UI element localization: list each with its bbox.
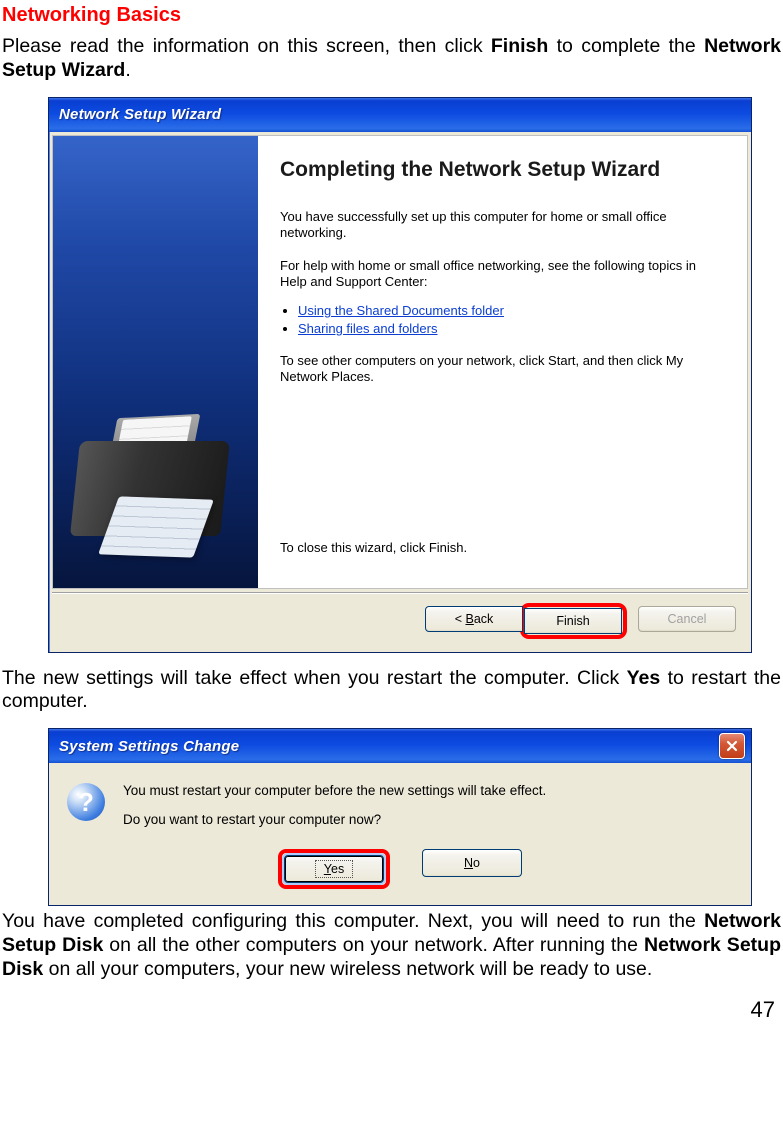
mid-bold-yes: Yes [627,667,661,689]
intro-bold-finish: Finish [491,35,548,57]
yes-button-highlight: Yes [278,849,390,889]
wizard-heading: Completing the Network Setup Wizard [280,158,719,182]
outro-text-1: You have completed configuring this comp… [2,910,704,932]
intro-text-1: Please read the information on this scre… [2,35,491,57]
wizard-body: Completing the Network Setup Wizard You … [52,135,748,589]
wizard-p1: You have successfully set up this comput… [280,209,719,242]
wizard-p3: To see other computers on your network, … [280,353,719,386]
yes-button-label: Yes [315,860,353,878]
network-setup-wizard-window: Network Setup Wizard Completing the Netw… [48,97,752,653]
dialog-titlebar: System Settings Change [49,729,751,763]
link-shared-docs[interactable]: Using the Shared Documents folder [298,303,504,318]
dialog-body: You must restart your computer before th… [49,763,751,843]
no-button[interactable]: No [422,849,522,877]
outro-paragraph: You have completed configuring this comp… [2,910,781,981]
page-number: 47 [2,985,781,1023]
dialog-line1: You must restart your computer before th… [123,783,546,798]
intro-text-2: to complete the [548,35,704,57]
mid-text-1: The new settings will take effect when y… [2,667,627,689]
intro-text-3: . [125,59,130,81]
finish-button-label: Finish [556,614,589,628]
dialog-line2: Do you want to restart your computer now… [123,812,546,827]
dialog-title-text: System Settings Change [59,738,239,755]
wizard-title-text: Network Setup Wizard [59,106,221,123]
back-button[interactable]: < Back [425,606,523,632]
outro-text-3: on all your computers, your new wireless… [43,958,652,980]
wizard-p2: For help with home or small office netwo… [280,258,719,291]
finish-button-highlight: Finish [523,606,624,636]
no-button-label: No [464,856,480,870]
question-icon [67,783,105,821]
outro-text-2: on all the other computers on your netwo… [103,934,644,956]
back-button-label: < Back [455,612,494,626]
wizard-side-graphic [53,136,258,588]
section-title: Networking Basics [2,4,781,27]
finish-button[interactable]: Finish [524,608,622,634]
wizard-link-list: Using the Shared Documents folder Sharin… [280,300,719,339]
intro-paragraph: Please read the information on this scre… [2,35,781,83]
dialog-button-row: Yes No [49,843,751,905]
close-icon [726,740,738,752]
wizard-content: Completing the Network Setup Wizard You … [258,136,747,588]
cancel-button-label: Cancel [668,612,707,626]
wizard-button-bar: < Back Finish Cancel [52,592,748,649]
wizard-titlebar: Network Setup Wizard [49,98,751,132]
system-settings-change-dialog: System Settings Change You must restart … [48,728,752,906]
mid-paragraph: The new settings will take effect when y… [2,667,781,715]
close-button[interactable] [719,733,745,759]
link-sharing-files[interactable]: Sharing files and folders [298,321,437,336]
dialog-text: You must restart your computer before th… [123,783,546,841]
yes-button[interactable]: Yes [284,855,384,883]
cancel-button: Cancel [638,606,736,632]
wizard-footer-text: To close this wizard, click Finish. [280,540,719,565]
printer-illustration [63,386,243,566]
